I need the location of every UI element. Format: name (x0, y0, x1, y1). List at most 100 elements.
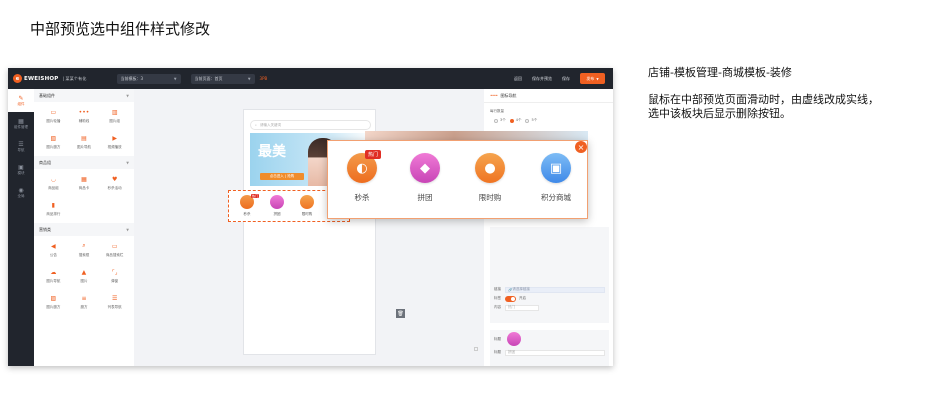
selected-icon-nav-block[interactable]: ◐ 秒杀 热门 ◆ 拼团 ● 限时购 ▣ 积分商城 (327, 140, 588, 219)
page-select[interactable]: 当前页面：首页 ▼ (190, 73, 255, 84)
template-select[interactable]: 当前模板：3 ▼ (116, 73, 181, 84)
side-nav-components[interactable]: ✎ 组件 (8, 89, 34, 112)
group-buy-icon[interactable] (507, 332, 521, 346)
tag-text-field[interactable]: 热门 (505, 304, 539, 311)
group-buy-icon (270, 195, 284, 209)
palette-item-goods-rank[interactable]: ▮ 商品排行 (38, 197, 69, 221)
topbar-badge: 3PB (259, 76, 268, 81)
palette-item-search[interactable]: ⌕ 搜索框 (69, 238, 100, 262)
preview-nav-item[interactable]: 拼团 (267, 195, 287, 217)
palette-item-label: 公告 (49, 253, 57, 257)
side-nav-global[interactable]: ◉ 全局 (8, 181, 34, 204)
limited-time-icon (300, 195, 314, 209)
grid-icon: ▦ (18, 117, 24, 125)
popout-nav-item-points-mall[interactable]: ▣ 积分商城 (531, 153, 581, 203)
radio-label: 4个 (515, 118, 522, 122)
nav-icon: ▤ (81, 134, 87, 142)
searchbar-icon: ▭ (111, 242, 118, 250)
tag-toggle[interactable] (505, 295, 516, 302)
search-icon: ⌕ (255, 123, 257, 127)
palette-section-header[interactable]: 商品组 ▼ (34, 156, 134, 169)
palette-item-image[interactable]: ▲ 图片 (69, 264, 100, 288)
palette-item-goods-card[interactable]: ▦ 商品卡 (69, 171, 100, 195)
carousel-icon: ▭ (50, 108, 57, 116)
palette-item-label: 搜索框 (78, 253, 90, 257)
palette-item-label: 商品排行 (46, 212, 61, 216)
palette-item-image-cube[interactable]: ▧ 图片魔方 (38, 130, 69, 154)
palette-item-popup[interactable]: ⌜⌟ 弹窗 (99, 264, 130, 288)
basket-icon: ◡ (50, 175, 56, 183)
palette-item-goods-search[interactable]: ▭ 商品搜索栏 (99, 238, 130, 262)
palette-item-carousel[interactable]: ▭ 图片轮播 (38, 104, 69, 128)
chevron-down-icon: ▼ (126, 93, 129, 98)
palette-item-flash-sale[interactable]: ♥ 秒杀活动 (99, 171, 130, 195)
palette-item-video[interactable]: ▶ 视频播放 (99, 130, 130, 154)
palette-item-label: 图片魔方 (46, 145, 61, 149)
radio-3[interactable] (494, 118, 498, 123)
dots-icon: ••• (78, 108, 90, 116)
palette-item-goods-group[interactable]: ◡ 商品组 (38, 171, 69, 195)
limited-time-icon: ● (475, 153, 505, 183)
palette-item-label: 视频播放 (107, 145, 122, 149)
side-nav-modules[interactable]: ▣ 模块 (8, 158, 34, 181)
cube-icon: ▨ (50, 294, 57, 302)
palette-item-label: 图片魔方 (46, 305, 61, 309)
link-field-value: 请选择链接 (512, 287, 530, 291)
palette-item-image-group[interactable]: ▥ 图片组 (99, 104, 130, 128)
palette-item-magic[interactable]: ≡ 魔方 (69, 290, 100, 314)
palette-item-image-nav-2[interactable]: ☁ 图片导航 (38, 264, 69, 288)
palette-item-list-nav[interactable]: ☰ 列表导航 (99, 290, 130, 314)
side-nav-component-manage[interactable]: ▦ 组件管理 (8, 112, 34, 135)
editor-topbar: e EWEISHOP | 某某个有化 当前模板：3 ▼ 当前页面：首页 ▼ 3P… (8, 68, 613, 89)
preview-nav-item[interactable]: 秒杀 热门 (237, 194, 259, 217)
link-field[interactable]: 🔗 请选择链接 (505, 286, 605, 293)
app-logo: e EWEISHOP | 某某个有化 (13, 74, 87, 83)
side-icon-nav: ✎ 组件 ▦ 组件管理 ☰ 导航 ▣ 模块 ◉ 全局 (8, 89, 34, 366)
radio-5[interactable] (525, 118, 530, 123)
row-label: 链接 (494, 287, 501, 291)
side-nav-label: 模块 (17, 170, 25, 175)
palette-item-image-cube-2[interactable]: ▨ 图片魔方 (38, 290, 69, 314)
palette-grid: ◡ 商品组 ▦ 商品卡 ♥ 秒杀活动 ▮ 商品排行 (34, 169, 134, 223)
settings-panel-title: 图标导航 (500, 92, 517, 98)
editor-mockup: e EWEISHOP | 某某个有化 当前模板：3 ▼ 当前页面：首页 ▼ 3P… (8, 68, 613, 366)
preview-nav-label: 限时购 (301, 212, 313, 216)
radio-4[interactable] (509, 118, 514, 123)
settings-row: 标签 开启 (490, 294, 609, 303)
settings-row: 标题 (490, 330, 609, 348)
preview-nav-label: 秒杀 (243, 212, 251, 216)
side-nav-navigation[interactable]: ☰ 导航 (8, 135, 34, 158)
title-field[interactable]: 拼团 (505, 349, 605, 356)
palette-section-header[interactable]: 基础组件 ▼ (34, 89, 134, 102)
settings-row: 内容 热门 (490, 303, 609, 312)
popout-nav-item-group-buy[interactable]: ◆ 拼团 (400, 153, 450, 203)
save-link[interactable]: 保存 (562, 76, 570, 82)
search-icon: ⌕ (82, 242, 86, 249)
palette-section-header[interactable]: 营销类 ▼ (34, 223, 134, 236)
settings-card-item-2: 标题 标题 拼团 (490, 330, 609, 366)
toggle-state: 开启 (519, 296, 526, 300)
cloud-icon: ☁ (50, 268, 57, 276)
palette-item-notice[interactable]: ◀ 公告 (38, 238, 69, 262)
canvas-scroll-indicator[interactable] (474, 347, 478, 351)
back-link[interactable]: 返回 (514, 76, 522, 82)
radio-label: 3个 (500, 118, 506, 122)
close-icon[interactable]: × (575, 141, 587, 153)
settings-row: 链接 🔗 请选择链接 (490, 285, 609, 294)
palette-item-image-nav[interactable]: ▤ 图片导航 (69, 130, 100, 154)
delete-block-icon[interactable]: 🗑 (396, 309, 405, 318)
palette-item-divider[interactable]: ••• 辅助线 (69, 104, 100, 128)
popout-nav-item-limited-time[interactable]: ● 限时购 (465, 153, 515, 203)
layers-icon: ≡ (81, 294, 87, 302)
save-preview-link[interactable]: 保存并预览 (532, 76, 552, 82)
palette-item-label: 商品搜索栏 (105, 253, 124, 257)
eye-icon: ◉ (18, 186, 24, 194)
palette-grid: ▭ 图片轮播 ••• 辅助线 ▥ 图片组 ▧ 图片魔方 ▤ 图片导航 ▶ 视频播放 (34, 102, 134, 156)
screenshot-root: 中部预览选中组件样式修改 e EWEISHOP | 某某个有化 当前模板：3 ▼… (0, 0, 931, 420)
preview-search-bar[interactable]: ⌕ 请输入关键词 (250, 120, 371, 130)
palette-item-label: 图片 (80, 279, 88, 283)
publish-button[interactable]: 发布 ▼ (580, 73, 605, 84)
frame-icon: ⌜⌟ (111, 268, 118, 276)
popout-nav-item-flash-sale[interactable]: ◐ 秒杀 热门 (337, 150, 387, 203)
preview-nav-item[interactable]: 限时购 (297, 195, 317, 217)
